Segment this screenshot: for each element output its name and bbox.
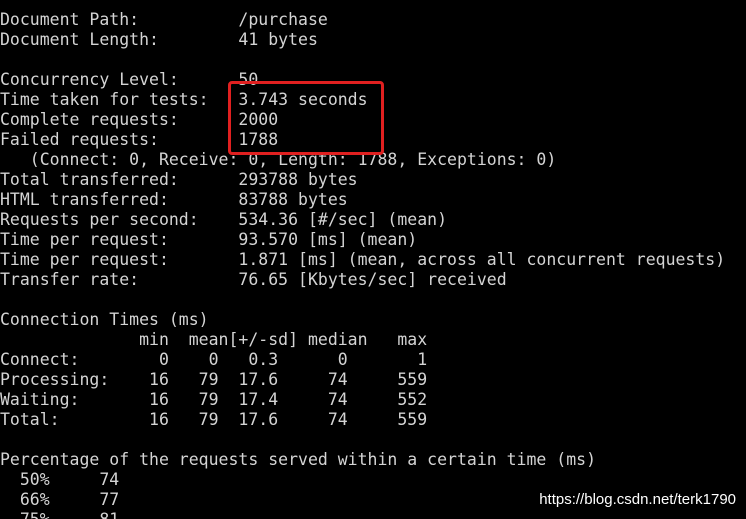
- connection-times-header-row: min mean[+/-sd] median max: [0, 330, 428, 349]
- connection-times-waiting-row: Waiting: 16 79 17.4 74 552: [0, 390, 428, 409]
- transfer-rate-line: Transfer rate: 76.65 [Kbytes/sec] receiv…: [0, 270, 507, 289]
- highlight-annotation-box: [228, 81, 384, 155]
- connection-times-heading: Connection Times (ms): [0, 310, 209, 329]
- watermark-url: https://blog.csdn.net/terk1790: [539, 491, 736, 508]
- connection-times-connect-row: Connect: 0 0 0.3 0 1: [0, 350, 428, 369]
- percentile-row-50: 50% 74: [0, 470, 120, 489]
- connection-times-processing-row: Processing: 16 79 17.6 74 559: [0, 370, 428, 389]
- document-length-line: Document Length: 41 bytes: [0, 30, 318, 49]
- time-per-request-concurrent-line: Time per request: 1.871 [ms] (mean, acro…: [0, 250, 726, 269]
- time-per-request-mean-line: Time per request: 93.570 [ms] (mean): [0, 230, 418, 249]
- html-transferred-line: HTML transferred: 83788 bytes: [0, 190, 348, 209]
- percentage-heading: Percentage of the requests served within…: [0, 450, 597, 469]
- percentile-row-75: 75% 81: [0, 510, 746, 519]
- requests-per-second-line: Requests per second: 534.36 [#/sec] (mea…: [0, 210, 448, 229]
- total-transferred-line: Total transferred: 293788 bytes: [0, 170, 358, 189]
- connection-times-total-row: Total: 16 79 17.6 74 559: [0, 410, 428, 429]
- document-path-line: Document Path: /purchase: [0, 10, 328, 29]
